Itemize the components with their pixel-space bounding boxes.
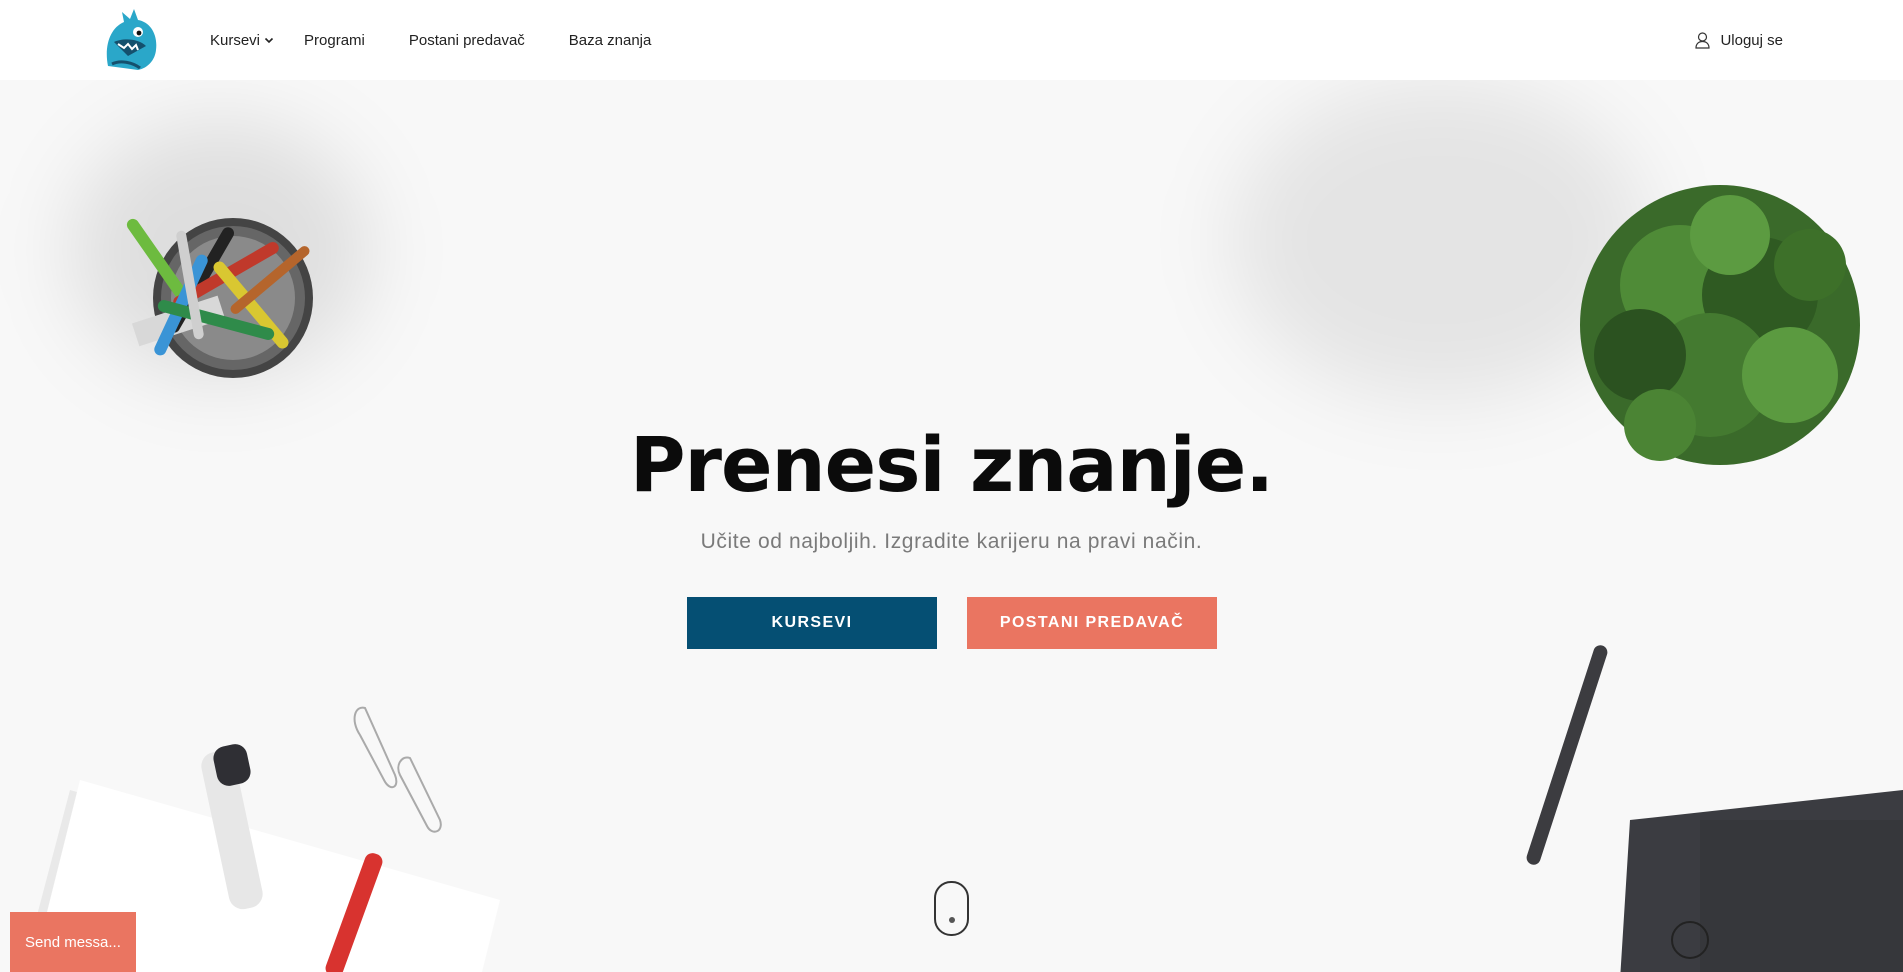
- hero-subtitle: Učite od najboljih. Izgradite karijeru n…: [700, 530, 1203, 553]
- chevron-down-icon: [264, 37, 274, 44]
- nav-item-baza-znanja[interactable]: Baza znanja: [569, 32, 652, 49]
- user-icon: [1695, 31, 1711, 49]
- pen-holder-image: [126, 218, 313, 378]
- login-link[interactable]: Uloguj se: [1695, 0, 1783, 80]
- drawing-tablet-image: [1526, 645, 1903, 972]
- hero-section: Prenesi znanje. Učite od najboljih. Izgr…: [0, 80, 1903, 972]
- nav-item-kursevi[interactable]: Kursevi: [210, 32, 274, 49]
- nav-item-programi[interactable]: Programi: [304, 32, 365, 49]
- nav-item-label: Kursevi: [210, 31, 261, 49]
- nav-item-label: Baza znanja: [568, 31, 652, 49]
- send-message-label: Send messa...: [25, 933, 121, 951]
- nav-item-postani-predavac[interactable]: Postani predavač: [409, 32, 525, 49]
- dragon-logo[interactable]: [98, 6, 162, 72]
- nav-item-label: Programi: [304, 31, 365, 49]
- send-message-widget[interactable]: Send messa...: [10, 912, 136, 972]
- mouse-scroll-dot: [949, 917, 955, 923]
- kursevi-button[interactable]: KURSEVI: [687, 597, 937, 649]
- nav-item-label: Postani predavač: [408, 31, 525, 49]
- site-header: Kursevi Programi Postani predavač Baza z…: [0, 0, 1903, 80]
- hero-title: Prenesi znanje.: [629, 420, 1274, 509]
- postani-predavac-button[interactable]: POSTANI PREDAVAČ: [967, 597, 1217, 649]
- mouse-scroll-icon[interactable]: [934, 881, 969, 936]
- main-nav: Kursevi Programi Postani predavač Baza z…: [210, 0, 695, 80]
- login-label: Uloguj se: [1720, 31, 1783, 49]
